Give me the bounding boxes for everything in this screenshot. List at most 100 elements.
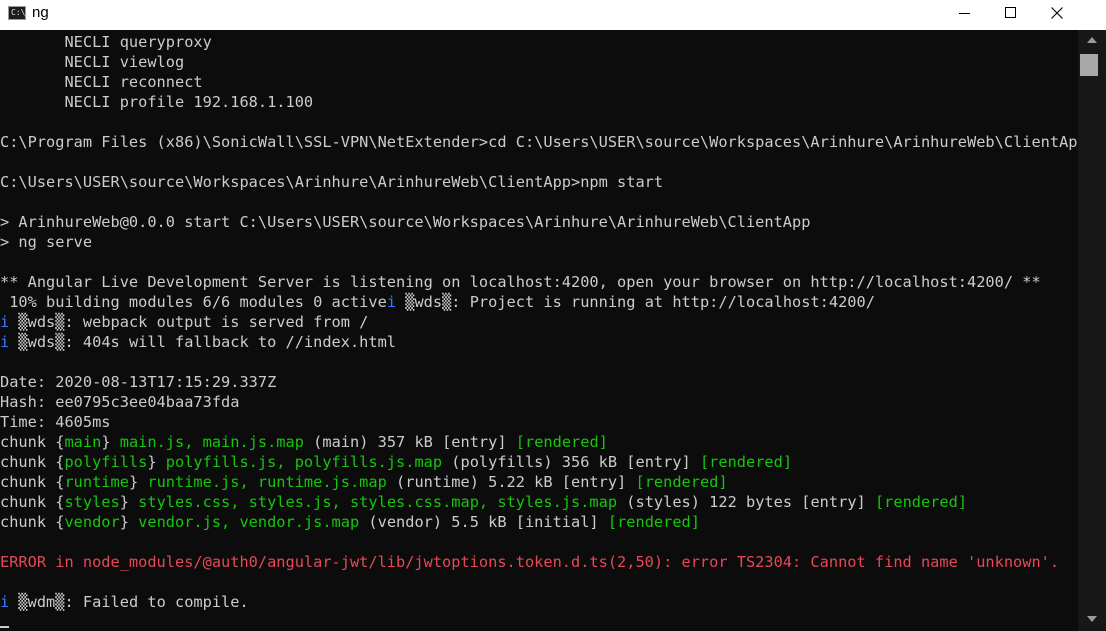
console-text: i <box>0 313 10 331</box>
console-text: 10% building modules 6/6 modules 0 activ… <box>0 293 387 311</box>
console-text: i <box>0 333 10 351</box>
console-text: (styles) 122 bytes <box>617 493 802 511</box>
console-text: ▒wds▒: 404s will fallback to //index.htm… <box>9 333 397 351</box>
console-text: ▒wds▒: webpack output is served from / <box>9 313 369 331</box>
console-text: ▒wds▒: Project is running at http://loca… <box>396 293 875 311</box>
console-icon-text: C:\_ <box>11 8 31 17</box>
scroll-up-arrow-icon <box>1087 37 1097 43</box>
window-title: ng <box>32 4 49 21</box>
minimize-icon <box>959 13 970 14</box>
console-text: i <box>386 293 397 311</box>
console-line: Time: 4605ms <box>0 412 111 432</box>
console-text: Hash: ee0795c3ee04baa73fda <box>0 393 240 411</box>
console-text: [entry] <box>442 433 507 451</box>
console-line: ** Angular Live Development Server is li… <box>0 272 1041 292</box>
console-line: NECLI queryproxy <box>0 32 212 52</box>
console-text: [rendered] <box>515 433 608 451</box>
console-text: Date: 2020-08-13T17:15:29.337Z <box>0 373 277 391</box>
console-text: NECLI reconnect <box>0 73 203 91</box>
console-text: } <box>119 513 139 531</box>
console-line: chunk {runtime} runtime.js, runtime.js.m… <box>0 472 728 492</box>
text-cursor <box>0 626 9 628</box>
console-text: NECLI queryproxy <box>0 33 212 51</box>
console-text: C:\Program Files (x86)\SonicWall\SSL-VPN… <box>0 133 1078 151</box>
console-text: > ArinhureWeb@0.0.0 start C:\Users\USER\… <box>0 213 811 231</box>
console-text: [entry] <box>626 453 691 471</box>
console-text: (vendor) 5.5 kB <box>359 513 516 531</box>
console-line: NECLI viewlog <box>0 52 184 72</box>
console-line: chunk {styles} styles.css, styles.js, st… <box>0 492 967 512</box>
console-text: runtime.js, runtime.js.map <box>147 473 387 491</box>
console-text: (polyfills) 356 kB <box>442 453 627 471</box>
console-text: (main) 357 kB <box>303 433 443 451</box>
console-text: main <box>64 433 102 451</box>
console-line: i ▒wds▒: 404s will fallback to //index.h… <box>0 332 396 352</box>
console-text: [rendered] <box>874 493 968 511</box>
console-line: > ArinhureWeb@0.0.0 start C:\Users\USER\… <box>0 212 810 232</box>
console-text: NECLI viewlog <box>0 53 185 71</box>
console-text: i <box>0 593 10 611</box>
console-text: C:\Users\USER\source\Workspaces\Arinhure… <box>0 173 664 191</box>
console-text: polyfills <box>64 453 148 471</box>
console-line: i ▒wds▒: webpack output is served from / <box>0 312 368 332</box>
console-text: chunk { <box>0 513 65 531</box>
maximize-button[interactable] <box>988 0 1034 30</box>
console-text: polyfills.js, polyfills.js.map <box>165 453 443 471</box>
console-text: [rendered] <box>607 513 700 531</box>
console-text: } <box>119 493 139 511</box>
console-line: C:\Program Files (x86)\SonicWall\SSL-VPN… <box>0 132 1078 152</box>
console-text: [entry] <box>561 473 627 491</box>
console-text: } <box>101 433 120 451</box>
console-text: } <box>147 453 166 471</box>
scroll-up-button[interactable] <box>1078 30 1106 52</box>
console-icon[interactable]: C:\_ <box>8 6 30 20</box>
close-icon <box>1051 7 1063 19</box>
console-line: > ng serve <box>0 232 92 252</box>
console-text: [rendered] <box>635 473 728 491</box>
console-text: [entry] <box>801 493 866 511</box>
scrollbar-thumb[interactable] <box>1080 54 1098 76</box>
scroll-down-button[interactable] <box>1078 609 1106 631</box>
console-line: Hash: ee0795c3ee04baa73fda <box>0 392 239 412</box>
console-text: main.js, main.js.map <box>119 433 304 451</box>
scroll-down-arrow-icon <box>1087 616 1097 622</box>
minimize-button[interactable] <box>942 0 988 30</box>
console-text: chunk { <box>0 493 65 511</box>
console-text: chunk { <box>0 433 65 451</box>
console-line: NECLI profile 192.168.1.100 <box>0 92 313 112</box>
console-line: NECLI reconnect <box>0 72 203 92</box>
console-text: > ng serve <box>0 233 93 251</box>
console-text: styles <box>64 493 120 511</box>
vertical-scrollbar[interactable] <box>1078 30 1106 631</box>
console-text: ▒wdm▒: Failed to compile. <box>9 593 249 611</box>
console-text: ERROR in node_modules/@auth0/angular-jwt… <box>0 553 1060 571</box>
title-bar[interactable]: C:\_ ng <box>0 0 1106 30</box>
console-text: chunk { <box>0 473 65 491</box>
console-text: (runtime) 5.22 kB <box>386 473 562 491</box>
console-text: chunk { <box>0 453 65 471</box>
console-line: chunk {main} main.js, main.js.map (main)… <box>0 432 608 452</box>
console-text: runtime <box>64 473 129 491</box>
console-line: ERROR in node_modules/@auth0/angular-jwt… <box>0 552 1059 572</box>
console-text: [rendered] <box>699 453 793 471</box>
console-line: 10% building modules 6/6 modules 0 activ… <box>0 292 875 312</box>
console-output[interactable]: NECLI queryproxy NECLI viewlog NECLI rec… <box>0 30 1078 631</box>
close-button[interactable] <box>1034 0 1080 30</box>
console-line: Date: 2020-08-13T17:15:29.337Z <box>0 372 276 392</box>
console-text: ** Angular Live Development Server is li… <box>0 273 1041 291</box>
console-line: i ▒wdm▒: Failed to compile. <box>0 592 249 612</box>
console-text: NECLI profile 192.168.1.100 <box>0 93 314 111</box>
console-text: Time: 4605ms <box>0 413 111 431</box>
console-text: [initial] <box>515 513 599 531</box>
console-line: C:\Users\USER\source\Workspaces\Arinhure… <box>0 172 663 192</box>
console-text: } <box>128 473 148 491</box>
console-text: vendor <box>64 513 120 531</box>
maximize-icon <box>1005 7 1016 18</box>
console-text: styles.css, styles.js, styles.css.map, s… <box>138 493 618 511</box>
console-line: chunk {polyfills} polyfills.js, polyfill… <box>0 452 792 472</box>
console-line: chunk {vendor} vendor.js, vendor.js.map … <box>0 512 700 532</box>
